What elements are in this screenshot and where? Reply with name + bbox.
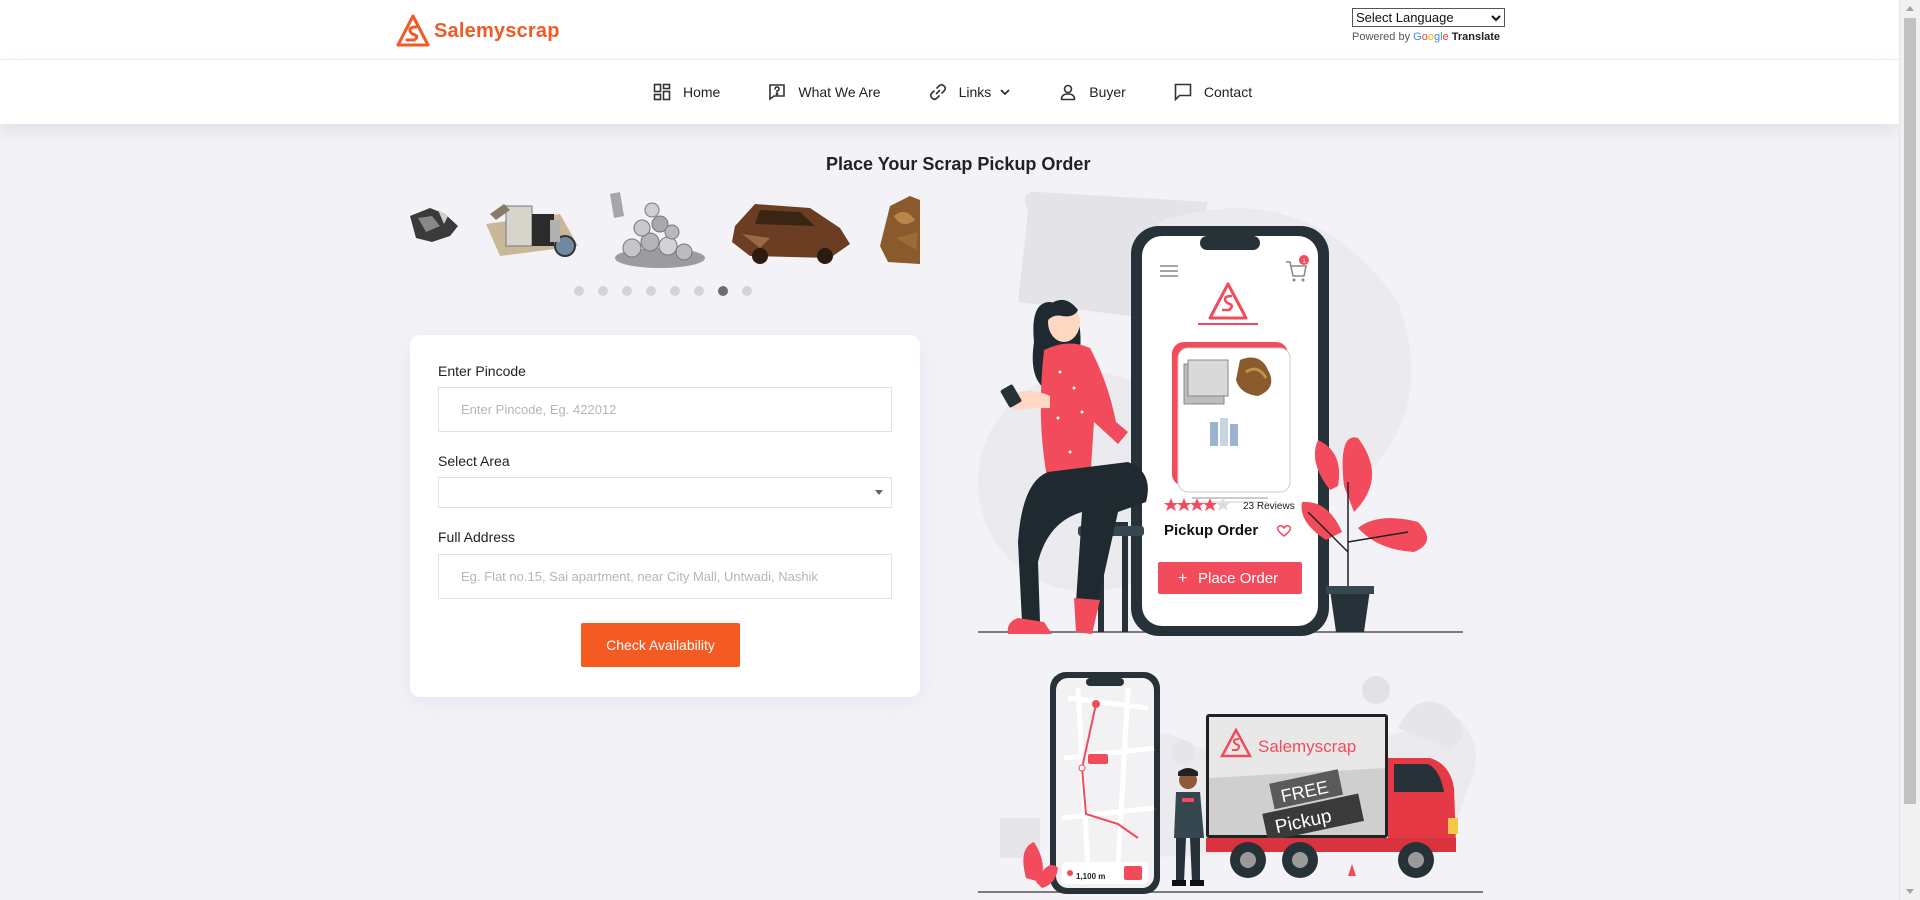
nav-item-label: Links (958, 84, 992, 100)
phone-mockup: 1 23 Reviews Pickup Order + Place Order (1131, 226, 1329, 636)
powered-by-label: Powered by (1352, 31, 1411, 43)
translate-link[interactable]: Translate (1452, 31, 1500, 43)
main-navbar: Home What We Are Links Buyer Contact (0, 60, 1899, 124)
carousel-dot-active[interactable] (718, 286, 728, 296)
scrap-image-rusty-car (732, 204, 850, 264)
scrap-image-cans (610, 192, 705, 268)
place-order-label: Place Order (1198, 570, 1278, 587)
nav-menu: Home What We Are Links Buyer Contact (653, 60, 1252, 124)
scrap-image-mixed (410, 208, 458, 242)
scrap-image-carousel[interactable] (410, 186, 920, 271)
map-pin-icon (1092, 700, 1100, 708)
chevron-down-icon (1000, 89, 1010, 96)
top-bar: Salemyscrap Select Language Powered by G… (0, 0, 1899, 60)
carousel-dot[interactable] (742, 286, 752, 296)
nav-item-buyer[interactable]: Buyer (1059, 83, 1126, 101)
map-phone-mockup: 1,100 m (1050, 672, 1160, 894)
nav-item-home[interactable]: Home (653, 83, 720, 101)
carousel-dot[interactable] (598, 286, 608, 296)
pickup-order-form: Enter Pincode Enter Pincode, Eg. 422012 … (410, 335, 920, 697)
scroll-up-arrow-icon[interactable] (1906, 6, 1914, 11)
nav-item-label: Buyer (1089, 84, 1126, 100)
area-label: Select Area (438, 453, 510, 469)
brand-logo[interactable]: Salemyscrap (396, 14, 560, 48)
powered-by-text: Powered by Google Translate (1352, 31, 1505, 43)
link-icon (929, 83, 947, 101)
carousel-dot[interactable] (694, 286, 704, 296)
chevron-down-icon (1491, 14, 1501, 21)
map-distance: 1,100 m (1076, 872, 1105, 881)
nav-item-links[interactable]: Links (929, 83, 1012, 101)
nav-item-label: Home (683, 84, 721, 100)
google-logo-text[interactable]: Google (1413, 31, 1449, 43)
page-scrollbar[interactable] (1899, 0, 1920, 900)
brand-name: Salemyscrap (434, 19, 560, 42)
page-title: Place Your Scrap Pickup Order (826, 154, 1091, 174)
area-select[interactable] (438, 477, 892, 508)
check-availability-button[interactable]: Check Availability (581, 623, 740, 667)
carousel-dot[interactable] (646, 286, 656, 296)
carousel-images (410, 192, 920, 268)
scroll-down-arrow-icon[interactable] (1906, 889, 1914, 894)
brand-logo-icon (396, 14, 430, 47)
scrap-image-appliances (486, 204, 578, 257)
scrollbar-thumb[interactable] (1904, 18, 1916, 804)
pincode-label: Enter Pincode (438, 363, 526, 379)
truck-brand-text: Salemyscrap (1258, 737, 1356, 756)
address-label: Full Address (438, 529, 516, 545)
chat-icon (1174, 83, 1192, 101)
pincode-input[interactable]: Enter Pincode, Eg. 422012 (438, 387, 892, 432)
carousel-dot[interactable] (670, 286, 680, 296)
dashboard-grid-icon (653, 83, 671, 101)
pickup-order-illustration: 1 23 Reviews Pickup Order + Place Order (978, 191, 1463, 636)
scrap-image-copper (880, 196, 920, 264)
carousel-dot[interactable] (622, 286, 632, 296)
help-message-icon (768, 83, 786, 101)
pincode-placeholder: Enter Pincode, Eg. 422012 (461, 402, 617, 417)
language-select-label: Select Language (1356, 10, 1454, 25)
caret-down-icon (875, 490, 883, 495)
plus-icon: + (1178, 570, 1187, 587)
reviews-count: 23 Reviews (1243, 501, 1295, 512)
delivery-icon (1124, 866, 1142, 880)
carousel-dot[interactable] (574, 286, 584, 296)
language-select[interactable]: Select Language (1352, 8, 1505, 27)
google-translate-widget: Select Language Powered by Google Transl… (1352, 8, 1505, 43)
free-pickup-illustration: 1,100 m Salemyscrap FREE Pickup (978, 672, 1483, 894)
product-title: Pickup Order (1164, 522, 1258, 539)
nav-item-what-we-are[interactable]: What We Are (768, 83, 881, 101)
nav-item-contact[interactable]: Contact (1174, 83, 1252, 101)
address-input[interactable]: Eg. Flat no.15, Sai apartment, near City… (438, 554, 892, 599)
carousel-dots (574, 286, 752, 296)
user-icon (1059, 83, 1077, 101)
nav-item-label: What We Are (798, 84, 881, 100)
address-placeholder: Eg. Flat no.15, Sai apartment, near City… (461, 569, 818, 584)
nav-item-label: Contact (1203, 84, 1253, 100)
